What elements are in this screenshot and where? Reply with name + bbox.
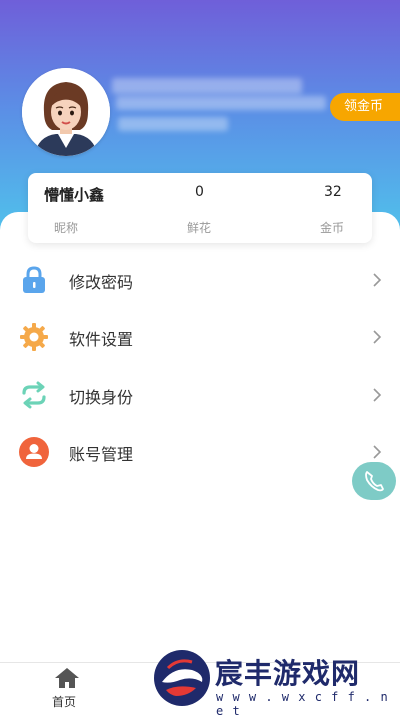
avatar-illustration [22, 68, 110, 156]
coins-value[interactable]: 32 [324, 184, 342, 200]
nickname-value: 懵懂小鑫 [44, 186, 105, 204]
coins-label: 金币 [320, 221, 345, 235]
watermark-logo [154, 650, 210, 706]
claim-coins-button[interactable]: 领金币 [330, 93, 400, 121]
watermark-url: w w w . w x c f f . n e t [216, 690, 389, 718]
redacted-username [112, 78, 302, 94]
menu-item-label: 修改密码 [69, 273, 134, 292]
menu-item-account-management[interactable]: 账号管理 [0, 427, 400, 477]
menu-item-label: 切换身份 [69, 388, 134, 407]
watermark-text: 宸丰游戏网 [215, 657, 361, 690]
stats-card: 懵懂小鑫 昵称 0 鲜花 32 金币 [28, 173, 372, 243]
redacted-user-info [116, 96, 326, 110]
chevron-right-icon [373, 330, 382, 344]
lock-icon [23, 266, 45, 293]
floating-phone-button[interactable] [352, 462, 396, 500]
chevron-right-icon [373, 445, 382, 459]
chevron-right-icon [373, 273, 382, 287]
menu-item-label: 软件设置 [69, 330, 134, 349]
menu-item-switch-identity[interactable]: 切换身份 [0, 370, 400, 420]
switch-icon [22, 381, 46, 409]
menu-item-change-password[interactable]: 修改密码 [0, 255, 400, 305]
home-icon [55, 668, 79, 688]
menu-item-software-settings[interactable]: 软件设置 [0, 312, 400, 362]
user-icon [19, 437, 49, 467]
menu-item-label: 账号管理 [69, 445, 134, 464]
nickname-label: 昵称 [54, 221, 79, 235]
tab-home-label: 首页 [52, 695, 77, 709]
redacted-user-id [118, 117, 228, 131]
flowers-value[interactable]: 0 [195, 184, 204, 200]
avatar[interactable] [22, 68, 110, 156]
gear-icon [20, 323, 48, 351]
chevron-right-icon [373, 388, 382, 402]
phone-icon [365, 471, 384, 492]
flowers-label: 鲜花 [187, 221, 212, 235]
tab-home[interactable]: 首页 [40, 663, 96, 712]
